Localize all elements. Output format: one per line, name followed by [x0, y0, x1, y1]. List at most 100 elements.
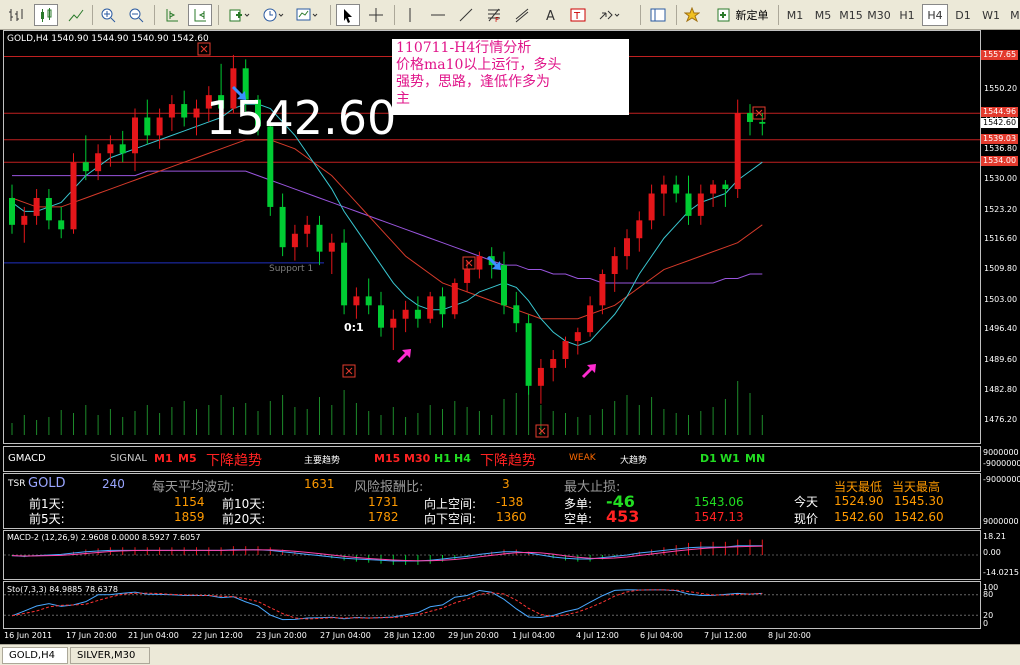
periods-icon[interactable] [258, 4, 288, 26]
timeframe-w1-button[interactable]: W1 [978, 4, 1004, 26]
today-high-label: 当天最高 [892, 480, 941, 494]
price-axis-label: 1516.60 [984, 234, 1018, 244]
weak-label: WEAK [569, 453, 596, 463]
candle [501, 251, 507, 315]
tsr-label: TSR [8, 479, 26, 489]
today-label: 今天 [794, 495, 819, 509]
candle [562, 336, 569, 368]
tab-gold-h4[interactable]: GOLD,H4 [2, 647, 68, 664]
stochastic-panel[interactable]: Sto(7,3,3) 84.9885 78.6378 [3, 581, 981, 629]
prev20-label: 前20天: [222, 512, 266, 526]
macd-panel[interactable]: MACD-2 (12,26,9) 2.9608 0.0000 8.5927 7.… [3, 530, 981, 580]
time-axis-label: 28 Jun 12:00 [384, 631, 435, 640]
candle [365, 278, 372, 315]
text-label-icon[interactable]: T [566, 4, 590, 26]
stoch-axis-80: 80 [983, 590, 994, 599]
avg-range-label: 每天平均波动: [152, 480, 235, 495]
box-marker-icon [342, 364, 356, 378]
prev5-label: 前5天: [29, 512, 65, 526]
candle-body [439, 296, 446, 315]
gmacd-title: GMACD [8, 453, 46, 464]
prev1-value: 1154 [174, 495, 205, 509]
tsr-240: 240 [102, 477, 125, 491]
down-space-value: 1360 [496, 510, 527, 524]
candle [697, 184, 704, 225]
navigator-icon[interactable] [646, 4, 670, 26]
candle [156, 108, 163, 149]
autoscroll-icon[interactable] [188, 4, 212, 26]
indicators-icon[interactable] [224, 4, 254, 26]
candlestick-icon[interactable] [34, 4, 58, 26]
price-axis-label: 1550.20 [984, 83, 1018, 93]
candle-body [550, 358, 557, 368]
arrows-icon[interactable] [594, 4, 624, 26]
main-price-chart[interactable]: GOLD,H4 1540.90 1544.90 1540.90 1542.60 … [3, 30, 981, 444]
macd-axis-mid: 0.00 [983, 548, 1001, 557]
stochastic-header: Sto(7,3,3) 84.9885 78.6378 [7, 585, 118, 594]
price-tag: 1544.96 [981, 107, 1019, 118]
candle [168, 95, 175, 131]
equidistant-channel-icon[interactable] [510, 4, 534, 26]
short-label: 空单: [564, 512, 593, 526]
short-value: 453 [606, 507, 640, 526]
support-label: Support 1 [269, 264, 314, 274]
trendline-icon[interactable] [454, 4, 478, 26]
zoom-out-icon[interactable] [124, 4, 148, 26]
timeframe-m30-button[interactable]: M30 [866, 4, 892, 26]
candle [402, 300, 409, 333]
bar-chart-icon[interactable] [4, 4, 28, 26]
candle-body [365, 296, 372, 306]
timeframe-m15-button[interactable]: M15 [838, 4, 864, 26]
timeframe-h4-button[interactable]: H4 [922, 4, 948, 26]
price-axis-label: 1523.20 [984, 204, 1018, 214]
candle-body [304, 224, 311, 234]
price-axis-label: 1509.80 [984, 264, 1018, 274]
timeframe-mn-button[interactable]: MN [1006, 4, 1020, 26]
timeframe-h1-button[interactable]: H1 [894, 4, 920, 26]
new-order-label: 新定单 [735, 9, 769, 22]
svg-text:F: F [495, 16, 499, 23]
chart-shift-icon[interactable] [160, 4, 184, 26]
timeframe-d1-button[interactable]: D1 [950, 4, 976, 26]
candle-body [119, 144, 126, 154]
templates-icon[interactable] [292, 4, 322, 26]
tab-silver-m30[interactable]: SILVER,M30 [70, 647, 150, 664]
signal-m5: M5 [178, 452, 197, 465]
candle-body [45, 197, 52, 221]
tsr-panel[interactable]: TSR GOLD 240 每天平均波动: 1631 风险报酬比: 3 最大止损:… [3, 473, 981, 529]
time-axis-label: 23 Jun 20:00 [256, 631, 307, 640]
candle [722, 180, 729, 207]
favorites-star-icon[interactable] [680, 4, 704, 26]
candle-body [82, 162, 89, 172]
candle [747, 104, 753, 136]
macd-axis-top: 18.21 [983, 532, 1006, 541]
candle [58, 206, 65, 239]
tsr-symbol: GOLD [28, 476, 66, 491]
signal-w1: W1 [720, 452, 740, 465]
candle-body [501, 265, 507, 306]
crosshair-icon[interactable] [364, 4, 388, 26]
svg-text:T: T [573, 11, 581, 22]
text-tool-icon[interactable]: A [538, 4, 562, 26]
horizontal-line-icon[interactable] [426, 4, 450, 26]
time-axis-label: 6 Jul 04:00 [640, 631, 683, 640]
ratio-label: 0:1 [344, 321, 364, 334]
candle-body [464, 269, 471, 283]
candle-body [660, 184, 667, 194]
gmacd-signal-panel[interactable]: GMACD SIGNAL M1 M5 下降趋势 主要趋势 M15 M30 H1 … [3, 446, 981, 472]
line-chart-icon[interactable] [64, 4, 88, 26]
fibonacci-icon[interactable]: F [482, 4, 506, 26]
timeframe-m1-button[interactable]: M1 [782, 4, 808, 26]
cursor-icon[interactable] [336, 4, 360, 26]
candle [759, 113, 766, 136]
timeframe-m5-button[interactable]: M5 [810, 4, 836, 26]
candle-body [451, 282, 458, 315]
new-order-button[interactable]: 新定单 [710, 4, 774, 26]
candle [304, 215, 311, 248]
candle-body [685, 193, 692, 216]
vertical-line-icon[interactable] [398, 4, 422, 26]
price-tag: 1539.03 [981, 133, 1019, 144]
candle-body [341, 242, 348, 306]
zoom-in-icon[interactable] [96, 4, 120, 26]
price-axis-label: 1496.40 [984, 324, 1018, 334]
